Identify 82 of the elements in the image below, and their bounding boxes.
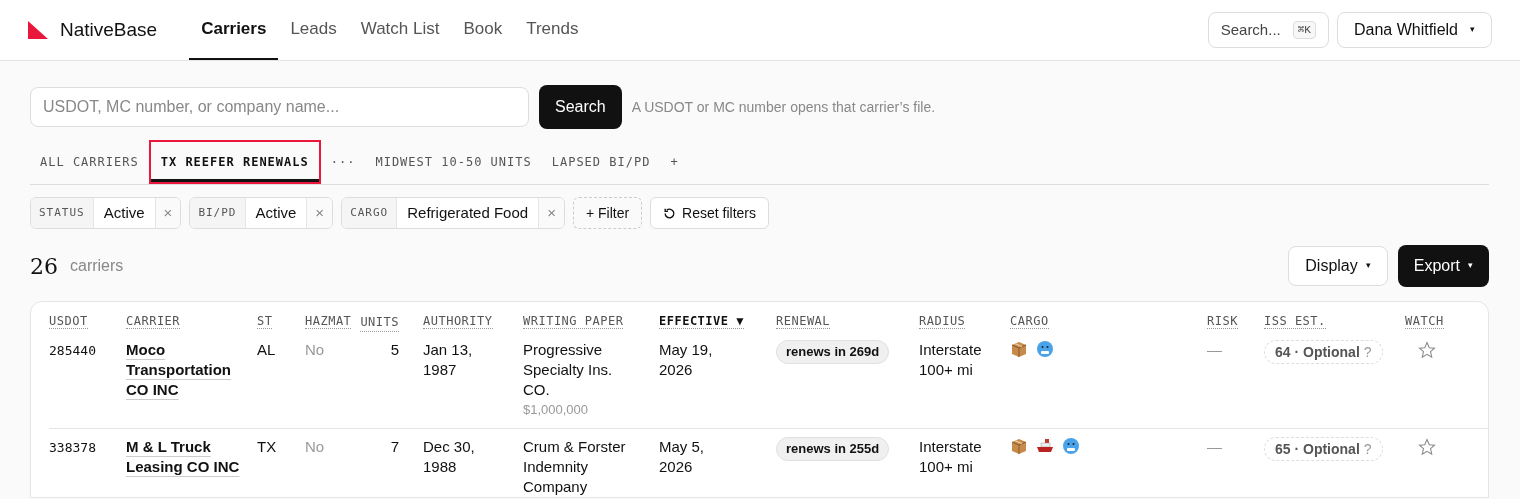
nav-tab[interactable]: Trends [514, 0, 591, 60]
effective-date: May 5, 2026 [659, 438, 704, 475]
view-tab[interactable]: MIDWEST 10-50 UNITS [365, 140, 542, 184]
nav-tab[interactable]: Leads [278, 0, 349, 60]
brand-name: NativeBase [60, 17, 158, 42]
view-tab[interactable]: ··· [320, 140, 366, 184]
cold-face-icon [1036, 340, 1054, 358]
carrier-link[interactable]: M & L Truck Leasing CO INC [126, 437, 245, 477]
insurer-name: Crum & Forster Indemnity Company [523, 437, 627, 497]
nav-tab[interactable]: Carriers [189, 0, 279, 60]
display-button[interactable]: Display ▾ [1288, 246, 1388, 286]
view-tab[interactable]: TX REEFER RENEWALS [148, 140, 321, 184]
usdot-cell: 338378 [49, 440, 96, 455]
search-hint: A USDOT or MC number opens that carrier’s file. [631, 97, 936, 117]
star-button[interactable] [1417, 437, 1437, 457]
reset-filters-button[interactable]: Reset filters [650, 197, 770, 229]
search-button[interactable]: Search... ⌘K [1207, 12, 1329, 48]
filter-chip[interactable]: STATUS Active × [30, 197, 182, 229]
renewal-pill: renews in 255d [776, 437, 890, 461]
units-cell: 7 [390, 437, 399, 457]
radius-cell: Interstate 100+ mi [919, 438, 982, 475]
carrier-search-field[interactable]: USDOT, MC number, or company name... [30, 87, 529, 127]
renewal-pill: renews in 269d [776, 340, 890, 364]
box-icon [1010, 340, 1028, 358]
radius-cell: Interstate 100+ mi [919, 341, 982, 378]
effective-date: May 19, 2026 [659, 341, 713, 378]
nav-tab[interactable]: Book [451, 0, 515, 60]
state-cell: TX [257, 438, 277, 455]
filter-chip[interactable]: BI/PD Active × [189, 197, 334, 229]
nav-tab[interactable]: Watch List [348, 0, 452, 60]
logo-icon [28, 21, 48, 39]
coverage-limit: $1,000,000 [523, 401, 590, 419]
ship-icon [1036, 437, 1054, 455]
cold-face-icon [1062, 437, 1080, 455]
risk-cell: — [1207, 438, 1222, 455]
filter-chip[interactable]: CARGO Refrigerated Food × [341, 197, 565, 229]
view-tab[interactable]: ALL CARRIERS [30, 140, 149, 184]
reset-icon [663, 206, 677, 220]
filter-value: Active [102, 202, 146, 223]
shortcut-key: ⌘K [1292, 20, 1316, 40]
filter-value: Refrigerated Food [406, 202, 530, 223]
column-header[interactable]: AUTHORITY [423, 314, 493, 329]
filter-field: BI/PD [190, 198, 246, 228]
authority-date: Dec 30, 1988 [423, 438, 475, 475]
column-header[interactable]: ISS EST. [1264, 314, 1326, 329]
hazmat-cell: No [305, 341, 325, 358]
hazmat-cell: No [305, 438, 325, 455]
risk-cell: — [1207, 341, 1222, 358]
remove-filter-button[interactable]: × [538, 198, 564, 228]
authority-date: Jan 13, 1987 [423, 341, 473, 378]
column-header[interactable]: RENEWAL [776, 314, 831, 329]
result-label: carriers [70, 256, 124, 276]
column-header[interactable]: ST [257, 314, 273, 329]
filter-field: STATUS [31, 198, 94, 228]
filter-value: Active [254, 202, 298, 223]
remove-filter-button[interactable]: × [306, 198, 333, 228]
carrier-link[interactable]: Moco Transportation CO INC [126, 340, 245, 400]
search-submit-button[interactable]: Search [539, 85, 622, 129]
insurer-name: Progressive Specialty Ins. CO. [523, 340, 614, 400]
add-filter-button[interactable]: + Filter [572, 197, 643, 229]
remove-filter-button[interactable]: × [154, 198, 181, 228]
result-count: 26 [30, 252, 58, 281]
column-header[interactable]: CARGO [1010, 314, 1049, 329]
column-header[interactable]: HAZMAT [305, 314, 352, 329]
view-tab[interactable]: LAPSED BI/PD [541, 140, 661, 184]
column-header[interactable]: RADIUS [919, 314, 966, 329]
column-header[interactable]: UNITS [360, 313, 399, 332]
state-cell: AL [257, 341, 276, 358]
column-header[interactable]: WRITING PAPER [523, 314, 624, 329]
star-button[interactable] [1417, 340, 1437, 360]
filter-field: CARGO [342, 198, 398, 228]
column-header[interactable]: RISK [1207, 314, 1238, 329]
units-cell: 5 [390, 340, 399, 360]
export-button[interactable]: Export ▾ [1397, 245, 1489, 287]
column-header[interactable]: WATCH [1405, 314, 1444, 329]
user-menu-button[interactable]: Dana Whitfield ▾ [1336, 12, 1492, 48]
view-tab[interactable]: + [660, 140, 689, 184]
column-header[interactable]: EFFECTIVE ▼ [659, 314, 744, 329]
column-header[interactable]: USDOT [49, 314, 88, 329]
box-icon [1010, 437, 1028, 455]
usdot-cell: 285440 [49, 343, 96, 358]
column-header[interactable]: CARRIER [126, 314, 181, 329]
